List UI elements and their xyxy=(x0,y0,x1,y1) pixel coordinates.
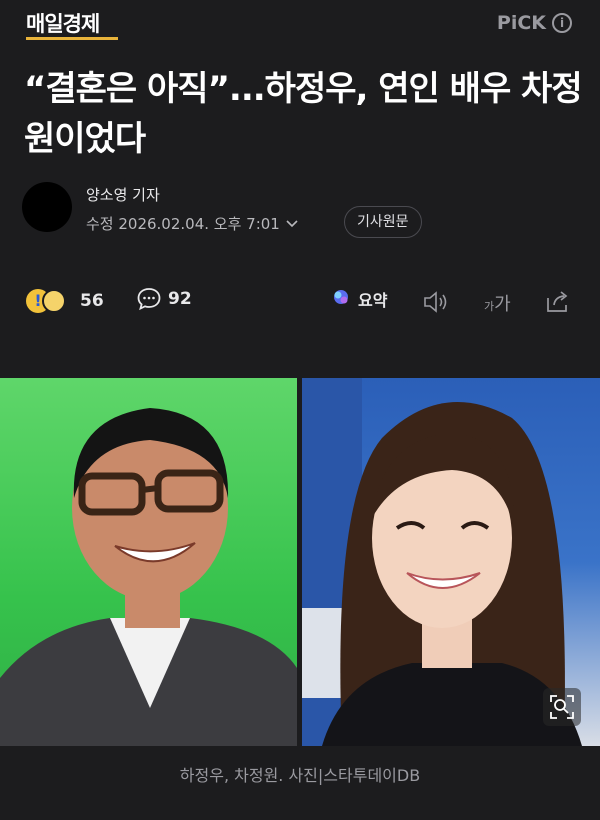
logo-underline xyxy=(26,37,118,40)
pick-badge[interactable]: PiCK i xyxy=(497,12,572,34)
summary-button[interactable]: 요약 xyxy=(330,286,387,312)
zoom-search-icon xyxy=(543,695,581,730)
ai-sparkle-icon xyxy=(330,286,352,312)
summary-label: 요약 xyxy=(358,291,388,310)
reaction-emoji-icon: ! xyxy=(26,286,70,316)
article-headline: “결혼은 아직”...하정우, 연인 배우 차정원이었다 xyxy=(24,69,583,159)
share-icon xyxy=(544,291,572,318)
comment-button[interactable]: 92 xyxy=(136,286,192,312)
reporter-avatar[interactable] xyxy=(22,182,72,232)
photo-caption: 하정우, 차정원. 사진|스타투데이DB xyxy=(179,766,421,785)
photo-actor-left xyxy=(0,378,297,746)
comment-count: 92 xyxy=(168,289,192,309)
reaction-count: 56 xyxy=(80,291,104,311)
speaker-icon xyxy=(422,291,452,318)
zoom-image-button[interactable] xyxy=(543,688,581,726)
share-button[interactable] xyxy=(544,288,572,318)
top-bar: 매일경제 PiCK i xyxy=(0,0,600,46)
modified-date-text: 수정 2026.02.04. 오후 7:01 xyxy=(86,215,280,233)
comment-bubble-icon xyxy=(136,286,162,312)
reporter-name[interactable]: 양소영 기자 xyxy=(86,184,160,205)
font-size-button[interactable]: 가가 xyxy=(484,290,511,316)
publisher-logo[interactable]: 매일경제 xyxy=(26,8,100,38)
font-size-large-glyph: 가 xyxy=(494,294,511,315)
text-to-speech-button[interactable] xyxy=(422,290,452,318)
original-article-button[interactable]: 기사원문 xyxy=(344,206,422,238)
article-photo[interactable] xyxy=(0,378,600,746)
byline: 양소영 기자 수정 2026.02.04. 오후 7:01 기사원문 xyxy=(22,180,582,240)
pick-label: PiCK xyxy=(496,12,546,34)
chevron-down-icon[interactable] xyxy=(286,217,298,231)
modified-date[interactable]: 수정 2026.02.04. 오후 7:01 xyxy=(86,213,298,234)
info-icon[interactable]: i xyxy=(552,13,572,33)
reaction-button[interactable]: ! 56 xyxy=(26,286,104,316)
article-action-bar: ! 56 92 요약 가가 xyxy=(26,286,576,320)
font-size-small-glyph: 가 xyxy=(484,300,495,313)
